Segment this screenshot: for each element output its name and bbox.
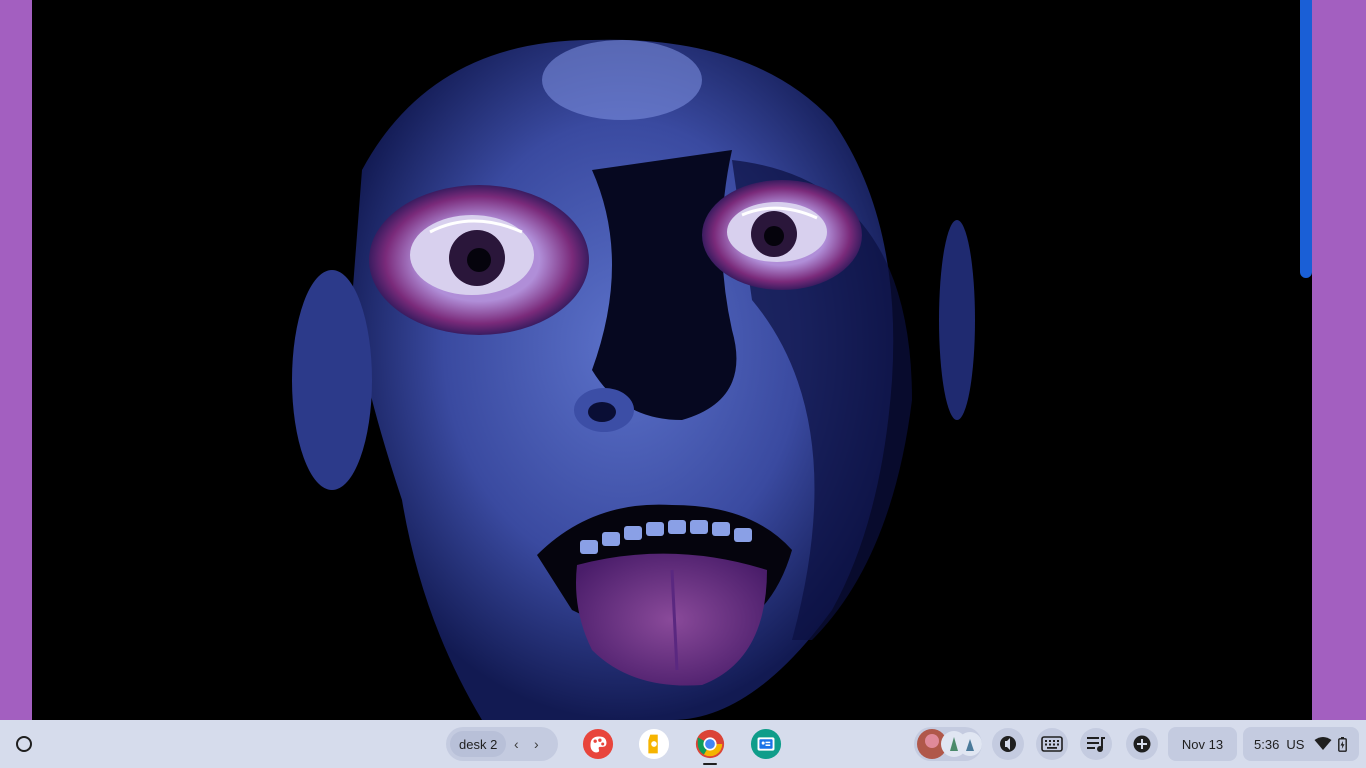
shelf: desk 2 ‹ › Nov 13 5:36 US bbox=[0, 720, 1366, 768]
keyboard-icon bbox=[1041, 736, 1063, 752]
date-tray-button[interactable]: Nov 13 bbox=[1168, 727, 1237, 761]
scrollbar[interactable] bbox=[1300, 0, 1312, 278]
keep-app-icon[interactable] bbox=[638, 728, 670, 760]
desk-name-button[interactable]: desk 2 bbox=[450, 731, 507, 757]
input-method-indicator: US bbox=[1286, 736, 1305, 752]
clock: 5:36 bbox=[1254, 736, 1280, 752]
previous-desk-button[interactable]: ‹ bbox=[506, 731, 526, 757]
face-photo bbox=[292, 39, 975, 720]
next-desk-button[interactable]: › bbox=[526, 731, 546, 757]
classroom-app-icon[interactable] bbox=[750, 728, 782, 760]
desk-switcher: desk 2 ‹ › bbox=[446, 727, 558, 761]
wifi-icon bbox=[1314, 737, 1332, 750]
launcher-button[interactable] bbox=[8, 728, 40, 760]
battery-icon bbox=[1338, 736, 1348, 752]
media-controls-button[interactable] bbox=[1080, 728, 1112, 760]
chrome-app-icon[interactable] bbox=[694, 728, 726, 760]
record-icon bbox=[1000, 736, 1016, 752]
screen-record-stop-button[interactable] bbox=[992, 728, 1024, 760]
add-button[interactable] bbox=[1126, 728, 1158, 760]
chrome-running-indicator bbox=[703, 763, 717, 765]
launcher-icon bbox=[16, 736, 32, 752]
plus-circle-icon bbox=[1133, 735, 1151, 753]
queue-music-icon bbox=[1087, 737, 1105, 752]
paint-app-icon[interactable] bbox=[582, 728, 614, 760]
holding-space-tray[interactable] bbox=[914, 727, 982, 761]
status-area-button[interactable]: 5:36 US bbox=[1243, 727, 1359, 761]
virtual-keyboard-button[interactable] bbox=[1036, 728, 1068, 760]
image-viewer-window bbox=[32, 0, 1312, 720]
